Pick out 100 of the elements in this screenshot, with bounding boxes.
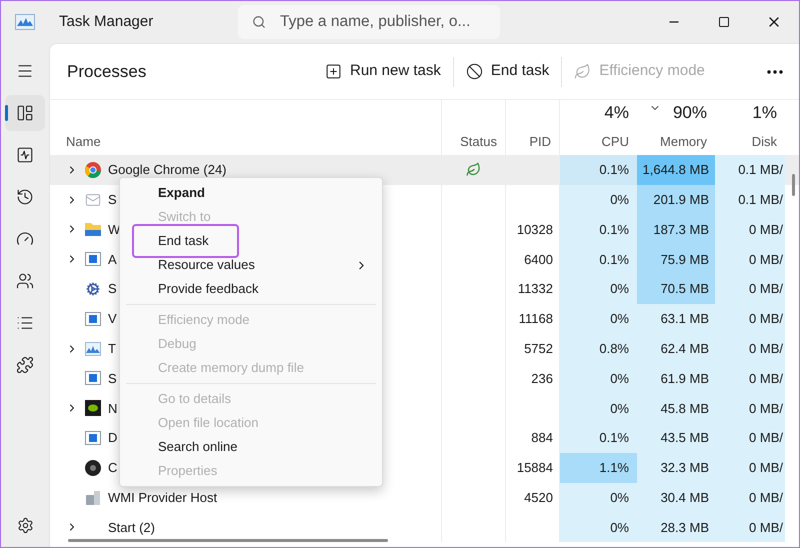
disk-cell-text: 0 MB/ — [749, 280, 783, 298]
disk-cell-text: 0 MB/ — [749, 220, 783, 239]
memory-cell: 201.9 MB — [637, 184, 715, 215]
grid-icon — [16, 104, 34, 122]
activity-icon — [16, 146, 34, 164]
column-total: 1% — [752, 102, 777, 124]
users-icon — [16, 272, 34, 290]
memory-cell: 62.4 MB — [637, 334, 715, 364]
pid-cell-text: 11168 — [518, 310, 553, 328]
stop-icon — [466, 63, 483, 80]
cpu-cell: 0% — [560, 184, 637, 215]
disk-cell-text: 0.1 MB/ — [738, 161, 783, 180]
folder-icon — [85, 222, 101, 236]
column-header[interactable]: Memory — [660, 132, 707, 151]
memory-cell: 70.5 MB — [637, 274, 715, 304]
disk-cell-text: 0 MB/ — [749, 459, 783, 478]
menu-icon — [16, 62, 34, 80]
disk-cell-text: 0 MB/ — [749, 310, 783, 328]
cpu-cell: 0% — [560, 393, 637, 424]
service-icon — [85, 490, 101, 506]
process-name: T — [108, 340, 116, 358]
column-header[interactable]: Status — [460, 132, 497, 151]
app-logo-icon — [15, 14, 35, 30]
pid-cell-text: 4520 — [524, 488, 553, 507]
cpu-cell: 0% — [560, 274, 637, 304]
process-name: D — [108, 429, 118, 448]
settings-icon — [16, 516, 34, 534]
pid-cell-text: 6400 — [524, 250, 553, 269]
process-name: Start (2) — [108, 518, 155, 537]
pid-cell-text: 884 — [531, 429, 553, 448]
process-name: S — [108, 280, 117, 298]
memory-cell: 43.5 MB — [637, 423, 715, 453]
memory-cell: 63.1 MB — [637, 304, 715, 334]
cpu-cell: 0.1% — [560, 155, 637, 185]
process-name: Google Chrome (24) — [108, 161, 226, 180]
column-header[interactable]: Name — [66, 132, 101, 151]
column-header[interactable]: Disk — [752, 132, 777, 151]
column-header[interactable]: CPU — [602, 132, 629, 151]
toolbar-button[interactable]: Run new task — [317, 54, 449, 90]
menu-item[interactable]: End task — [126, 229, 376, 253]
horizontal-scrollbar[interactable] — [68, 539, 388, 542]
window-title: Task Manager — [59, 12, 154, 32]
app-window-icon — [85, 371, 101, 386]
process-name: V — [108, 310, 117, 328]
process-name: N — [108, 400, 118, 418]
chart-icon — [85, 342, 101, 356]
vertical-scrollbar[interactable] — [792, 174, 795, 196]
disk-cell-text: 0 MB/ — [749, 488, 783, 507]
disk-cell-text: 0 MB/ — [749, 429, 783, 448]
memory-cell: 61.9 MB — [637, 364, 715, 394]
pid-cell-text: 11332 — [518, 280, 553, 298]
column-header[interactable]: PID — [529, 132, 551, 151]
list-icon — [16, 314, 34, 332]
column-total: 4% — [604, 102, 629, 124]
history-icon — [16, 188, 34, 206]
more-icon — [767, 70, 783, 74]
menu-item[interactable]: Provide feedback — [126, 277, 376, 301]
cpu-cell: 0% — [560, 304, 637, 334]
process-name: S — [108, 190, 117, 209]
disk-cell-text: 0.1 MB/ — [738, 190, 783, 209]
app-window-icon — [85, 252, 101, 266]
disk-cell-text: 0 MB/ — [749, 400, 783, 418]
app-window-icon — [85, 312, 101, 326]
process-name: A — [108, 250, 117, 269]
memory-cell: 187.3 MB — [637, 214, 715, 244]
disk-cell-text: 0 MB/ — [749, 250, 783, 269]
search-field[interactable]: Type a name, publisher, o... — [238, 5, 500, 39]
sidebar-tab[interactable] — [5, 95, 45, 131]
menu-item[interactable]: Search online — [126, 435, 376, 459]
maximize-icon — [718, 16, 730, 28]
browser-icon — [85, 162, 101, 178]
cpu-cell: 0% — [560, 512, 637, 542]
pid-cell-text: 5752 — [524, 340, 553, 358]
record-icon — [85, 460, 101, 476]
plus-square-icon — [325, 63, 342, 80]
cpu-cell: 0.8% — [560, 334, 637, 364]
menu-item[interactable]: Resource values — [126, 253, 376, 277]
memory-cell: 75.9 MB — [637, 244, 715, 274]
table-row[interactable]: Google Chrome (24) 0.1% 1,644.8 MB 0.1 MB/ — [50, 155, 799, 185]
memory-cell: 32.3 MB — [637, 452, 715, 483]
pid-cell-text: 10328 — [516, 220, 553, 239]
leaf-icon — [574, 63, 592, 80]
process-name: S — [108, 370, 117, 388]
cpu-cell: 0% — [560, 482, 637, 513]
memory-cell: 1,644.8 MB — [637, 155, 715, 185]
cpu-cell: 1.1% — [560, 452, 637, 483]
cpu-cell: 0% — [560, 364, 637, 394]
column-total: 90% — [672, 102, 707, 124]
process-name: WMI Provider Host — [108, 488, 218, 507]
pid-cell-text: 15884 — [516, 459, 553, 478]
disk-cell-text: 0 MB/ — [749, 340, 783, 358]
memory-cell: 45.8 MB — [637, 393, 715, 424]
disk-cell-text: 0 MB/ — [749, 370, 783, 388]
toolbar-button[interactable]: End task — [458, 54, 558, 90]
gpu-icon — [85, 400, 101, 416]
cpu-cell: 0.1% — [560, 423, 637, 453]
memory-cell: 30.4 MB — [637, 482, 715, 513]
pid-cell-text: 236 — [531, 370, 553, 388]
puzzle-icon — [16, 356, 34, 374]
disk-cell-text: 0 MB/ — [749, 518, 783, 537]
